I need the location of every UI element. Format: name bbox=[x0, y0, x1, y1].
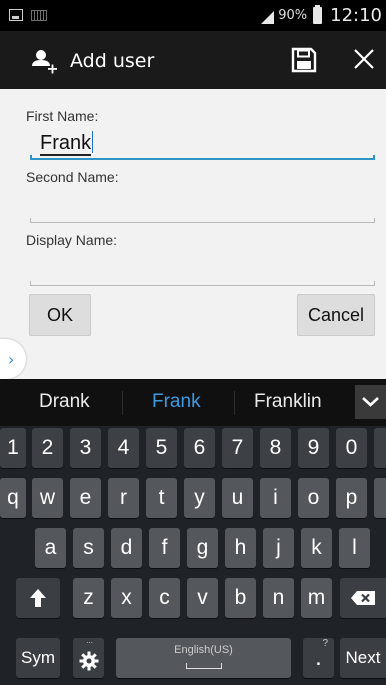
key-9[interactable]: 9 bbox=[298, 428, 329, 468]
close-icon[interactable] bbox=[352, 47, 376, 71]
add-user-icon bbox=[32, 50, 57, 74]
first-name-label: First Name: bbox=[26, 108, 99, 124]
key-k[interactable]: k bbox=[301, 528, 332, 568]
key-w[interactable]: w bbox=[32, 478, 63, 518]
key-6[interactable]: 6 bbox=[184, 428, 215, 468]
suggestion-3[interactable]: Franklin bbox=[254, 391, 322, 413]
keyboard-language: English(US) bbox=[174, 644, 233, 656]
key-x[interactable]: x bbox=[111, 578, 142, 618]
key-h[interactable]: h bbox=[225, 528, 256, 568]
key-8[interactable]: 8 bbox=[260, 428, 291, 468]
suggestion-1[interactable]: Drank bbox=[39, 391, 90, 413]
key-g[interactable]: g bbox=[187, 528, 218, 568]
text-cursor bbox=[92, 131, 94, 153]
sym-key[interactable]: Sym bbox=[16, 638, 60, 678]
backspace-icon bbox=[351, 591, 375, 605]
chevron-down-icon bbox=[362, 397, 379, 407]
key-v[interactable]: v bbox=[187, 578, 218, 618]
action-bar: Add user bbox=[0, 31, 386, 89]
key-2[interactable]: 2 bbox=[32, 428, 63, 468]
expand-suggestions-button[interactable] bbox=[355, 385, 386, 419]
key-y[interactable]: y bbox=[184, 478, 215, 518]
display-name-field[interactable] bbox=[30, 256, 375, 286]
key-d[interactable]: d bbox=[111, 528, 142, 568]
first-name-value: Frank bbox=[40, 131, 94, 156]
key-p-overflow bbox=[374, 478, 386, 518]
screenshot-notification-icon bbox=[9, 9, 23, 21]
key-c[interactable]: c bbox=[149, 578, 180, 618]
cancel-button[interactable]: Cancel bbox=[297, 294, 375, 336]
key-0-overflow bbox=[374, 428, 386, 468]
backspace-key[interactable] bbox=[340, 578, 386, 618]
key-a[interactable]: a bbox=[35, 528, 66, 568]
signal-icon bbox=[261, 10, 275, 24]
display-name-underline bbox=[30, 281, 375, 286]
key-z[interactable]: z bbox=[73, 578, 104, 618]
suggestion-bar: Drank Frank Franklin bbox=[0, 379, 386, 426]
key-5[interactable]: 5 bbox=[146, 428, 177, 468]
key-t[interactable]: t bbox=[146, 478, 177, 518]
key-m[interactable]: m bbox=[301, 578, 332, 618]
battery-icon bbox=[313, 5, 323, 24]
key-s[interactable]: s bbox=[73, 528, 104, 568]
clock: 12:10 bbox=[330, 5, 382, 26]
key-i[interactable]: i bbox=[260, 478, 291, 518]
next-key[interactable]: Next bbox=[340, 638, 386, 678]
keyboard: 1 2 3 4 5 6 7 8 9 0 q w e r t y u i o p … bbox=[0, 426, 386, 685]
suggestion-2[interactable]: Frank bbox=[152, 391, 201, 413]
key-u[interactable]: u bbox=[222, 478, 253, 518]
second-name-underline bbox=[30, 218, 375, 223]
key-1[interactable]: 1 bbox=[0, 428, 26, 468]
key-j[interactable]: j bbox=[263, 528, 294, 568]
battery-percent: 90% bbox=[278, 8, 308, 23]
period-key[interactable]: ? . bbox=[303, 638, 334, 678]
key-l[interactable]: l bbox=[339, 528, 370, 568]
space-key[interactable]: English(US) bbox=[116, 638, 291, 678]
shift-arrow-icon bbox=[30, 589, 46, 607]
save-icon[interactable] bbox=[291, 47, 317, 73]
settings-hint: ... bbox=[86, 636, 93, 645]
key-3[interactable]: 3 bbox=[70, 428, 101, 468]
second-name-label: Second Name: bbox=[26, 169, 119, 185]
key-b[interactable]: b bbox=[225, 578, 256, 618]
key-r[interactable]: r bbox=[108, 478, 139, 518]
settings-key[interactable]: ... bbox=[73, 636, 104, 678]
display-name-label: Display Name: bbox=[26, 232, 118, 248]
ok-button[interactable]: OK bbox=[29, 294, 91, 336]
key-e[interactable]: e bbox=[70, 478, 101, 518]
period-label: . bbox=[315, 644, 322, 671]
period-hint: ? bbox=[322, 638, 328, 649]
chevron-right-icon: › bbox=[8, 349, 15, 369]
second-name-field[interactable] bbox=[30, 193, 375, 223]
key-p[interactable]: p bbox=[336, 478, 367, 518]
suggestion-divider bbox=[122, 391, 123, 415]
key-0[interactable]: 0 bbox=[336, 428, 367, 468]
space-bar-icon bbox=[185, 663, 222, 669]
key-q[interactable]: q bbox=[0, 478, 26, 518]
add-user-form: First Name: Frank Second Name: Display N… bbox=[0, 89, 386, 379]
key-7[interactable]: 7 bbox=[222, 428, 253, 468]
status-bar: 90% 12:10 bbox=[0, 0, 386, 31]
first-name-field[interactable]: Frank bbox=[30, 130, 375, 160]
gear-icon bbox=[79, 651, 98, 671]
first-name-underline bbox=[30, 155, 375, 160]
key-n[interactable]: n bbox=[263, 578, 294, 618]
screen-title: Add user bbox=[70, 50, 155, 72]
keyboard-notification-icon bbox=[31, 10, 47, 21]
key-4[interactable]: 4 bbox=[108, 428, 139, 468]
suggestion-divider bbox=[234, 391, 235, 415]
key-o[interactable]: o bbox=[298, 478, 329, 518]
key-f[interactable]: f bbox=[149, 528, 180, 568]
shift-key[interactable] bbox=[16, 578, 60, 618]
